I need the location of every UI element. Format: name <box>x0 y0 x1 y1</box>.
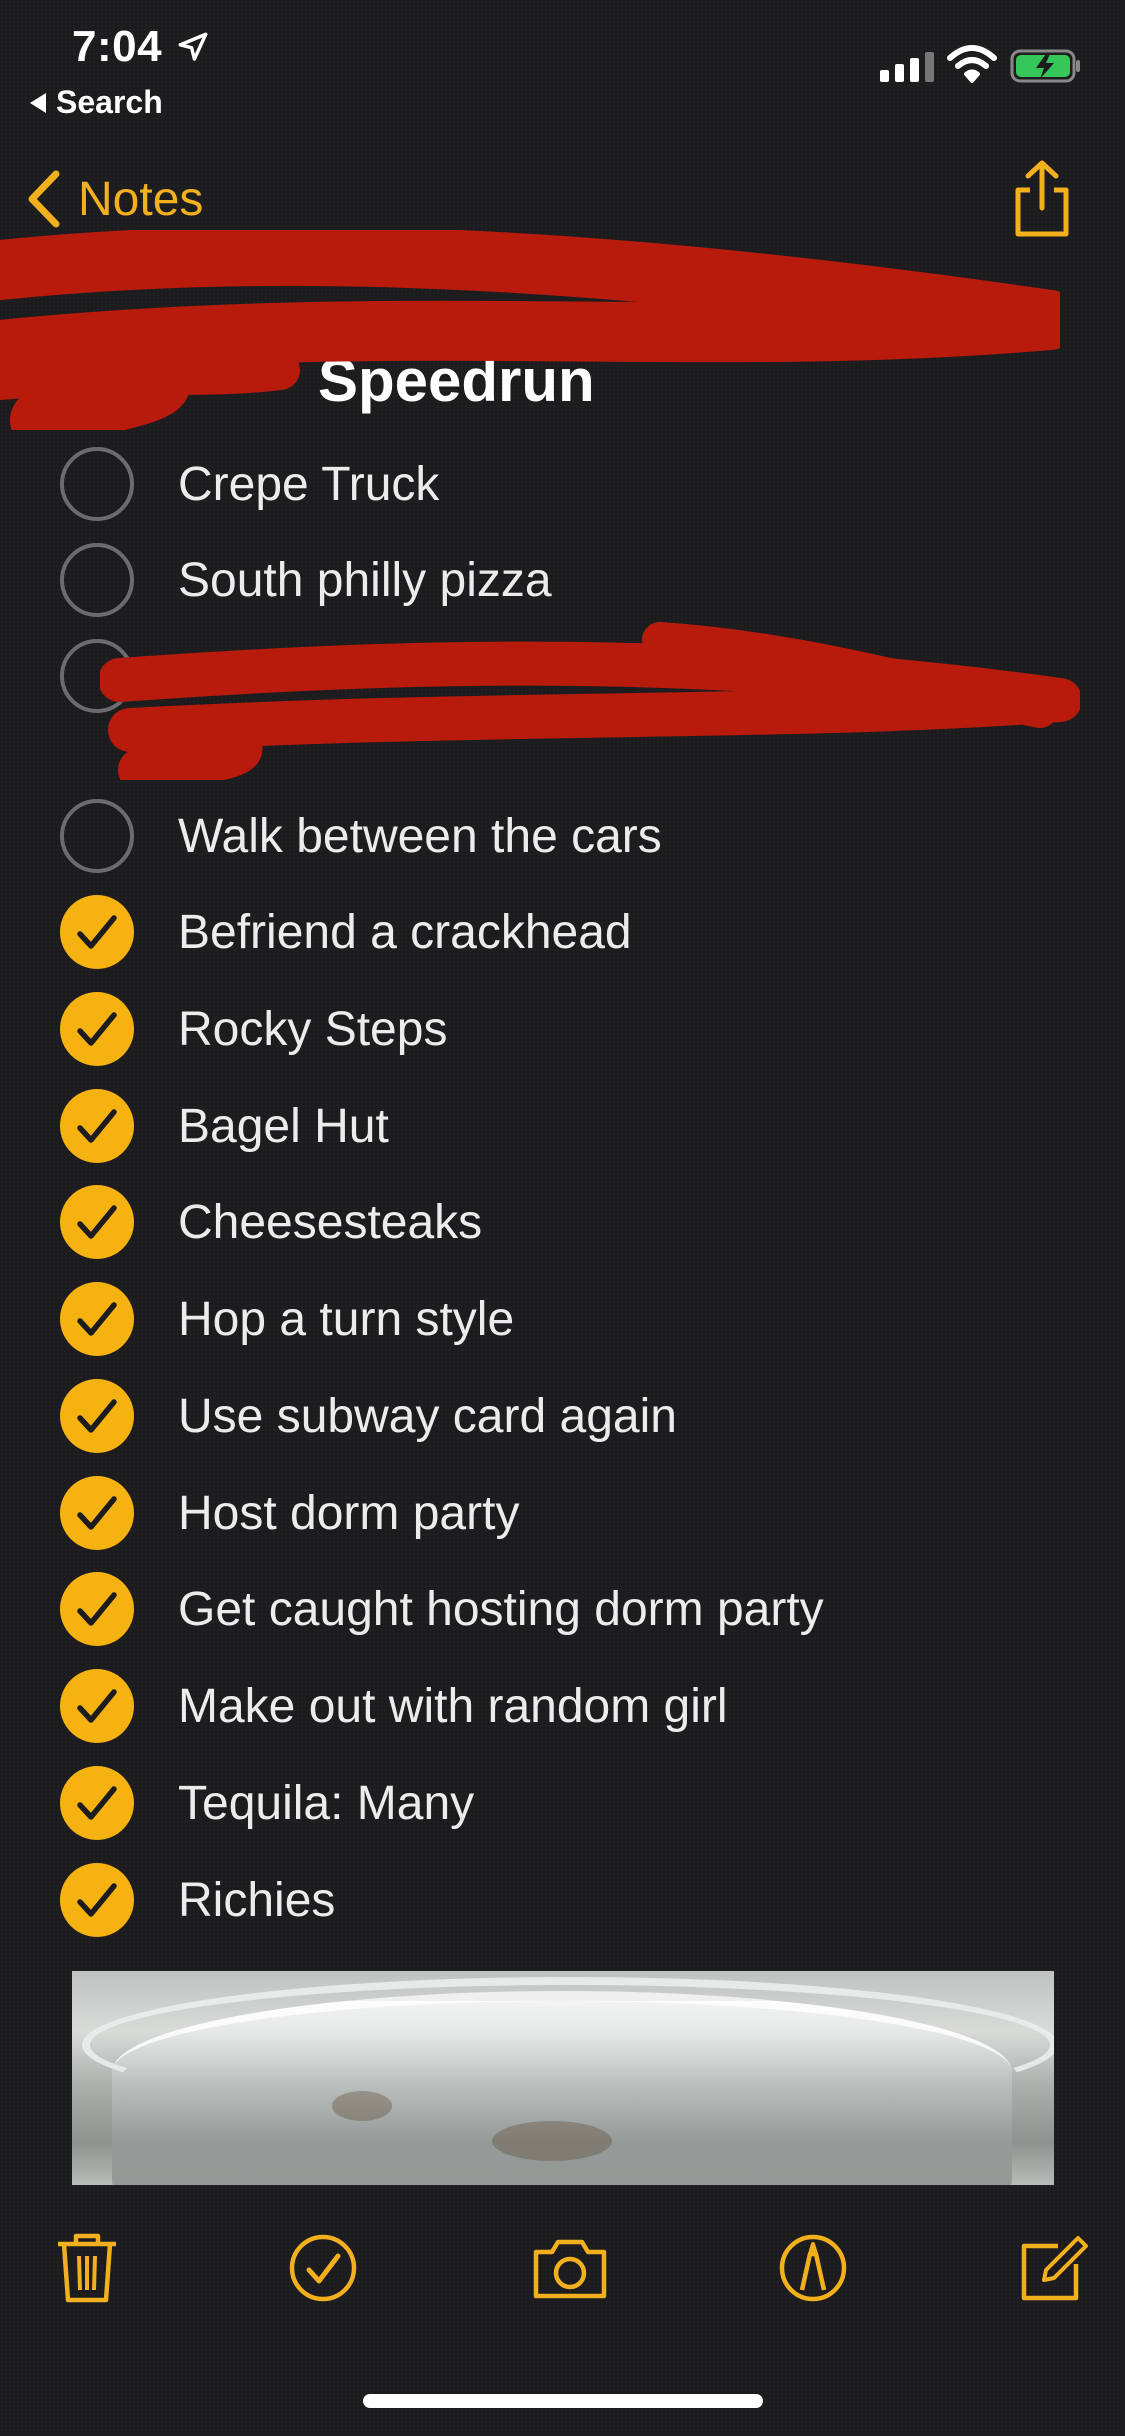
redaction-scribble <box>100 622 1080 780</box>
unchecked-circle-icon[interactable] <box>60 799 134 873</box>
checkmark-icon <box>77 1496 117 1530</box>
markup-icon[interactable] <box>778 2230 848 2306</box>
checklist-item: Use subway card again <box>60 1376 677 1456</box>
checklist-item-label[interactable]: Walk between the cars <box>178 809 662 864</box>
checked-circle-icon[interactable] <box>60 1185 134 1259</box>
trash-icon[interactable] <box>52 2230 122 2306</box>
checklist-item-label[interactable]: Cheesesteaks <box>178 1195 482 1250</box>
checkmark-icon <box>77 1109 117 1143</box>
redaction-scribble <box>0 230 1060 430</box>
compose-icon[interactable] <box>1016 2230 1090 2306</box>
checklist-item-label[interactable]: Make out with random girl <box>178 1679 728 1734</box>
checklist-item: Befriend a crackhead <box>60 892 632 972</box>
checkmark-icon <box>77 1302 117 1336</box>
checklist-item: South philly pizza <box>60 540 552 620</box>
checklist-item-label[interactable]: Bagel Hut <box>178 1099 389 1154</box>
location-arrow-icon <box>178 32 208 61</box>
checked-circle-icon[interactable] <box>60 1379 134 1453</box>
checklist-item: Richies <box>60 1860 335 1940</box>
checked-circle-icon[interactable] <box>60 895 134 969</box>
checked-circle-icon[interactable] <box>60 1282 134 1356</box>
cup-rim <box>82 1977 1054 2113</box>
checklist-item: Host dorm party <box>60 1473 519 1553</box>
checkmark-icon <box>77 1689 117 1723</box>
unchecked-circle-icon[interactable] <box>60 447 134 521</box>
back-to-search-label: Search <box>56 84 163 120</box>
checkmark-icon <box>77 1592 117 1626</box>
checkmark-icon <box>77 1786 117 1820</box>
checklist-item-label[interactable]: Host dorm party <box>178 1486 519 1541</box>
back-to-notes-button[interactable]: Notes <box>26 168 203 230</box>
checked-circle-icon[interactable] <box>60 1572 134 1646</box>
checked-circle-icon[interactable] <box>60 1863 134 1937</box>
wifi-icon <box>947 45 997 83</box>
checkmark-icon <box>77 915 117 949</box>
share-icon[interactable] <box>1012 160 1072 238</box>
checked-circle-icon[interactable] <box>60 1766 134 1840</box>
checklist-item: Rocky Steps <box>60 989 447 1069</box>
checklist-item-label[interactable]: Use subway card again <box>178 1389 677 1444</box>
checkmark-icon <box>77 1399 117 1433</box>
checklist-item-label[interactable]: Crepe Truck <box>178 457 439 512</box>
attached-photo[interactable] <box>72 1971 1054 2185</box>
checked-circle-icon[interactable] <box>60 1089 134 1163</box>
checklist-item: Tequila: Many <box>60 1763 474 1843</box>
checklist-item: Get caught hosting dorm party <box>60 1569 824 1649</box>
checklist-icon[interactable] <box>288 2230 358 2306</box>
checklist-item: Bagel Hut <box>60 1086 389 1166</box>
back-to-search-button[interactable]: Search <box>30 84 163 121</box>
checklist-item-label[interactable]: Tequila: Many <box>178 1776 474 1831</box>
photo-detail <box>332 2091 392 2121</box>
checklist-item: Crepe Truck <box>60 444 439 524</box>
home-indicator[interactable] <box>363 2394 763 2408</box>
checkmark-icon <box>77 1883 117 1917</box>
checked-circle-icon[interactable] <box>60 1476 134 1550</box>
checked-circle-icon[interactable] <box>60 992 134 1066</box>
checklist-item-label[interactable]: Befriend a crackhead <box>178 905 632 960</box>
chevron-left-icon <box>28 170 60 228</box>
checklist-item: Cheesesteaks <box>60 1182 482 1262</box>
back-to-notes-label: Notes <box>78 172 204 226</box>
checked-circle-icon[interactable] <box>60 1669 134 1743</box>
unchecked-circle-icon[interactable] <box>60 543 134 617</box>
camera-icon[interactable] <box>530 2230 610 2306</box>
checklist-item-label[interactable]: Rocky Steps <box>178 1002 447 1057</box>
checklist-item-label[interactable]: South philly pizza <box>178 553 552 608</box>
cellular-signal-icon <box>880 52 934 82</box>
checklist-item-label[interactable]: Get caught hosting dorm party <box>178 1582 824 1637</box>
battery-charging-icon <box>1010 49 1080 83</box>
photo-detail <box>492 2121 612 2161</box>
checkmark-icon <box>77 1012 117 1046</box>
checklist-item: Make out with random girl <box>60 1666 728 1746</box>
back-triangle-icon <box>30 92 46 113</box>
checklist-item: Walk between the cars <box>60 796 662 876</box>
checkmark-icon <box>77 1205 117 1239</box>
checklist-item: Hop a turn style <box>60 1279 514 1359</box>
status-time: 7:04 <box>72 22 163 71</box>
checklist-item-label[interactable]: Hop a turn style <box>178 1292 514 1347</box>
checklist-item-label[interactable]: Richies <box>178 1873 335 1928</box>
